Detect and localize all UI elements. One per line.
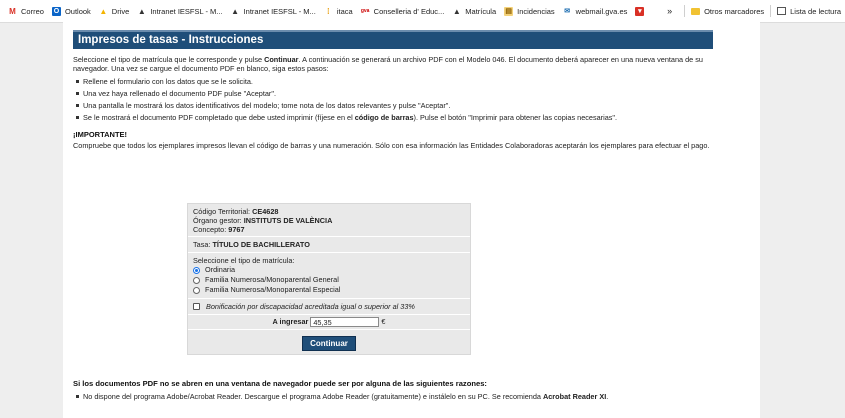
steps-list: Rellene el formulario con los datos que … [73,77,713,122]
other-bookmarks[interactable]: Otros marcadores [704,7,764,16]
button-row: Continuar [188,330,470,354]
webmail-icon: ✉ [564,7,571,15]
bookmarks-bar: M Correo O Outlook ▲ Drive ▲ Intranet IESFSL… [0,0,845,23]
amount-row: A ingresar 45,35 € [188,315,470,331]
bookmark-outlook[interactable]: O Outlook [51,6,91,16]
list-item: Una pantalla le mostrará los datos ident… [76,101,713,110]
radio-selected[interactable] [193,266,200,274]
bookmark-conselleria[interactable]: gva Conselleria d' Educ... [360,7,444,16]
instructions-section: Impresos de tasas - Instrucciones Selecc… [73,30,713,150]
intro-paragraph: Seleccione el tipo de matrícula que le c… [73,55,703,73]
matricula-type: Seleccione el tipo de matrícula: Ordinar… [188,253,470,299]
list-item: Una vez haya rellenado el documento PDF … [76,89,713,98]
option-familia-especial[interactable]: Familia Numerosa/Monoparental Especial [193,285,465,295]
radio[interactable] [193,276,200,284]
fee-form: Código Territorial: CE4628 Órgano gestor… [187,203,471,356]
bookmark-intranet-1[interactable]: ▲ Intranet IESFSL - M... [137,6,223,16]
continuar-button[interactable]: Continuar [302,336,356,352]
option-ordinaria[interactable]: Ordinaria [193,265,465,275]
bookmark-incidencias[interactable]: ▤ Incidencias [504,6,555,16]
divider [684,5,686,17]
bookmark-intranet-2[interactable]: ▲ Intranet IESFSL - M... [231,7,316,16]
bookmark-webmail[interactable]: ✉ webmail.gva.es [563,7,627,16]
red-bookmark-icon: ▾ [635,6,645,16]
page-title: Impresos de tasas - Instrucciones [73,30,713,49]
bookmark-itaca[interactable]: ⁞ itaca [324,7,353,16]
radio[interactable] [193,286,200,294]
intranet-icon: ▲ [137,6,146,16]
reading-list-icon [777,7,787,15]
page-container: Impresos de tasas - Instrucciones Selecc… [63,22,760,418]
matricula-icon: ▲ [452,6,461,16]
option-familia-general[interactable]: Familia Numerosa/Monoparental General [193,275,465,285]
reading-list[interactable]: Lista de lectura [790,7,841,16]
important-title: ¡IMPORTANTE! [73,130,128,139]
list-item: Se le mostrará el documento PDF completa… [76,113,713,122]
outlook-icon: O [51,6,61,16]
intranet-icon: ▲ [231,6,240,16]
incidencias-icon: ▤ [504,6,514,16]
tasa-row: Tasa: TÍTULO DE BACHILLERATO [188,237,470,253]
drive-icon: ▲ [99,6,108,16]
gva-icon: gva [360,7,370,14]
more-bookmarks-button[interactable]: » [667,6,672,16]
gmail-icon: M [9,6,16,16]
bookmark-unnamed[interactable]: ▾ [635,6,648,16]
troubleshooting-section: Si los documentos PDF no se abren en una… [73,379,713,404]
reasons-list: No dispone del programa Adobe/Acrobat Re… [73,392,713,401]
amount-field[interactable]: 45,35 [310,317,380,328]
important-text: Compruebe que todos los ejemplares impre… [73,141,710,150]
list-item: Rellene el formulario con los datos que … [76,77,713,86]
divider [770,5,772,17]
bookmark-correo[interactable]: M Correo [8,7,44,16]
itaca-icon: ⁞ [326,6,330,16]
list-item: No dispone del programa Adobe/Acrobat Re… [76,392,713,401]
form-info: Código Territorial: CE4628 Órgano gestor… [188,204,470,237]
folder-icon [691,7,701,15]
bonificacion-checkbox[interactable] [193,303,200,310]
troubleshooting-title: Si los documentos PDF no se abren en una… [73,379,487,388]
bookmark-matricula[interactable]: ▲ Matrícula [452,7,496,16]
bonificacion-row[interactable]: Bonificación por discapacidad acreditada… [188,299,470,315]
bookmark-drive[interactable]: ▲ Drive [99,6,129,16]
